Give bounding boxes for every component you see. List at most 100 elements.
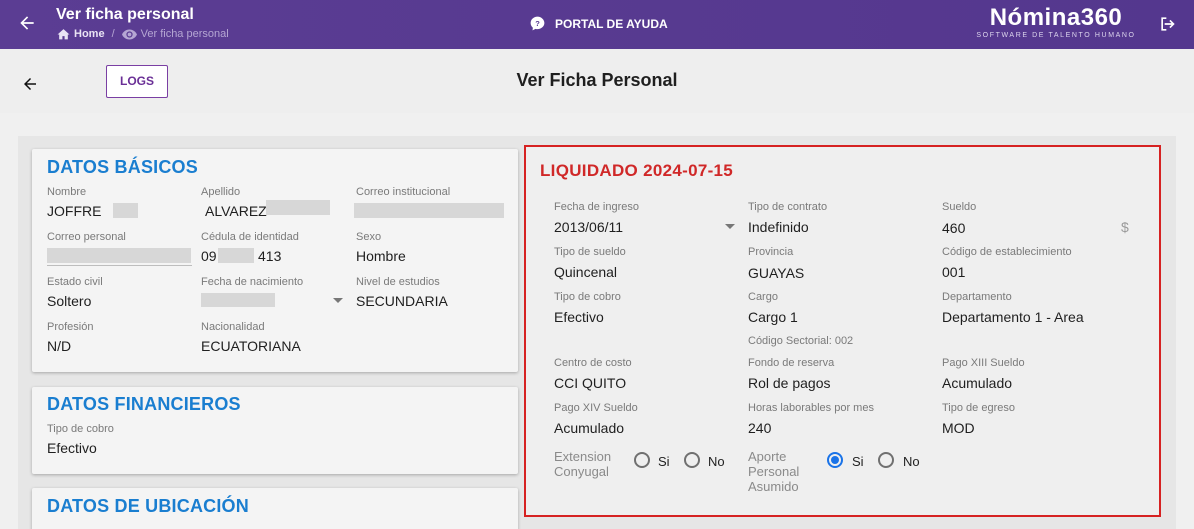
- fondo-reserva-label: Fondo de reserva: [748, 357, 835, 369]
- departamento-label: Departamento: [942, 291, 1012, 303]
- extension-conyugal-label: Extension Conyugal: [554, 449, 611, 479]
- correo-personal-label: Correo personal: [47, 231, 126, 243]
- tipo-cobro-value: Efectivo: [47, 440, 97, 456]
- estado-civil-label: Estado civil: [47, 276, 103, 288]
- help-portal-link[interactable]: ? PORTAL DE AYUDA: [530, 16, 668, 31]
- nacionalidad-label: Nacionalidad: [201, 321, 265, 333]
- centro-costo-label: Centro de costo: [554, 357, 632, 369]
- extension-label-line: Extension: [554, 449, 612, 464]
- aporte-label-line: Aporte: [748, 449, 787, 464]
- redacted-field: [354, 203, 504, 218]
- brand-logo: Nómina360 SOFTWARE DE TALENTO HUMANO: [976, 5, 1136, 40]
- tipo-sueldo-value: Quincenal: [554, 264, 618, 280]
- sexo-label: Sexo: [356, 231, 382, 243]
- help-portal-label: PORTAL DE AYUDA: [555, 16, 668, 31]
- codigo-establecimiento-value: 001: [942, 264, 966, 280]
- aporte-no-label: No: [903, 454, 920, 469]
- sexo-value: Hombre: [356, 248, 406, 264]
- breadcrumb-separator: /: [111, 28, 115, 40]
- correo-institucional-label: Correo institucional: [356, 186, 451, 198]
- basic-data-title: DATOS BÁSICOS: [47, 157, 198, 177]
- basic-data-card: DATOS BÁSICOS Nombre JOFFRE Apellido ALV…: [32, 149, 518, 372]
- aporte-label-line: Personal: [748, 464, 800, 479]
- home-icon[interactable]: [57, 28, 70, 40]
- tipo-contrato-label: Tipo de contrato: [748, 201, 828, 213]
- nombre-label: Nombre: [47, 186, 87, 198]
- extension-no-label: No: [708, 454, 725, 469]
- extension-si-label: Si: [658, 454, 670, 469]
- app-bar-title: Ver ficha personal: [56, 6, 194, 23]
- tipo-egreso-value: MOD: [942, 420, 975, 436]
- nacionalidad-value: ECUATORIANA: [201, 338, 301, 354]
- page-title: Ver Ficha Personal: [516, 70, 678, 90]
- tipo-cobro-value: Efectivo: [554, 309, 604, 325]
- provincia-label: Provincia: [748, 246, 794, 258]
- brand-name: Nómina360: [989, 4, 1123, 31]
- provincia-value: GUAYAS: [748, 265, 805, 281]
- tipo-sueldo-label: Tipo de sueldo: [554, 246, 626, 258]
- apellido-value: ALVAREZ: [205, 203, 267, 219]
- nivel-estudios-value: SECUNDARIA: [356, 293, 448, 309]
- logs-button[interactable]: LOGS: [106, 65, 168, 98]
- extension-si-radio[interactable]: [634, 452, 650, 468]
- financial-data-title: DATOS FINANCIEROS: [47, 394, 241, 414]
- help-circle-icon: ?: [530, 16, 545, 31]
- sueldo-value: 460: [942, 220, 966, 236]
- codigo-sectorial-text: Código Sectorial: 002: [748, 335, 854, 347]
- tipo-cobro-label: Tipo de cobro: [554, 291, 621, 303]
- financial-data-card: DATOS FINANCIEROS Tipo de cobro Efectivo: [32, 387, 518, 474]
- cedula-suffix: 413: [258, 248, 282, 264]
- cedula-prefix: 09: [201, 248, 217, 264]
- breadcrumb-current: Ver ficha personal: [140, 28, 229, 40]
- apellido-label: Apellido: [201, 186, 241, 198]
- date-dropdown-caret[interactable]: [725, 224, 735, 229]
- extension-no-radio[interactable]: [684, 452, 700, 468]
- redacted-field: [47, 248, 191, 263]
- profesion-value: N/D: [47, 338, 72, 354]
- fecha-ingreso-label: Fecha de ingreso: [554, 201, 639, 213]
- redacted-field: [266, 200, 330, 215]
- extension-label-line: Conyugal: [554, 464, 609, 479]
- codigo-establecimiento-label: Código de establecimiento: [942, 246, 1072, 258]
- cedula-label: Cédula de identidad: [201, 231, 299, 243]
- location-data-title: DATOS DE UBICACIÓN: [47, 496, 249, 516]
- sueldo-label: Sueldo: [942, 201, 977, 213]
- liquidation-title: LIQUIDADO 2024-07-15: [540, 161, 734, 180]
- svg-text:?: ?: [535, 19, 540, 28]
- back-arrow-icon[interactable]: [17, 13, 37, 33]
- tipo-contrato-value: Indefinido: [748, 219, 809, 235]
- fecha-ingreso-value: 2013/06/11: [554, 219, 624, 235]
- aporte-si-label: Si: [852, 454, 864, 469]
- aporte-personal-label: Aporte Personal Asumido: [748, 449, 799, 494]
- field-underline: [47, 265, 192, 266]
- location-data-card: DATOS DE UBICACIÓN: [32, 488, 518, 529]
- fecha-nacimiento-label: Fecha de nacimiento: [201, 276, 304, 288]
- tipo-egreso-label: Tipo de egreso: [942, 402, 1015, 414]
- pago-xiv-value: Acumulado: [554, 420, 625, 436]
- aporte-label-line: Asumido: [748, 479, 799, 494]
- page-header: Ver Ficha Personal LOGS: [0, 49, 1194, 113]
- liquidation-card: LIQUIDADO 2024-07-15 Fecha de ingreso 20…: [524, 145, 1161, 517]
- pago-xiv-label: Pago XIV Sueldo: [554, 402, 638, 414]
- horas-laborables-value: 240: [748, 420, 772, 436]
- aporte-si-radio[interactable]: [827, 452, 843, 468]
- fondo-reserva-value: Rol de pagos: [748, 375, 831, 391]
- breadcrumb: Home / Ver ficha personal: [57, 28, 229, 40]
- nivel-estudios-label: Nivel de estudios: [356, 276, 440, 288]
- redacted-field: [218, 248, 254, 263]
- aporte-no-radio[interactable]: [878, 452, 894, 468]
- departamento-value: Departamento 1 - Area: [942, 309, 1084, 325]
- logout-icon[interactable]: [1158, 14, 1178, 34]
- centro-costo-value: CCI QUITO: [554, 375, 627, 391]
- tipo-cobro-label: Tipo de cobro: [47, 423, 114, 435]
- currency-symbol: $: [1121, 219, 1129, 235]
- eye-icon: [121, 29, 137, 39]
- redacted-field: [113, 203, 138, 218]
- horas-laborables-label: Horas laborables por mes: [748, 402, 874, 414]
- date-dropdown-caret[interactable]: [333, 298, 343, 303]
- estado-civil-value: Soltero: [47, 293, 92, 309]
- profesion-label: Profesión: [47, 321, 94, 333]
- breadcrumb-home[interactable]: Home: [74, 28, 105, 40]
- top-app-bar: Ver ficha personal Home / Ver ficha pers…: [0, 0, 1194, 49]
- nombre-value: JOFFRE: [47, 203, 102, 219]
